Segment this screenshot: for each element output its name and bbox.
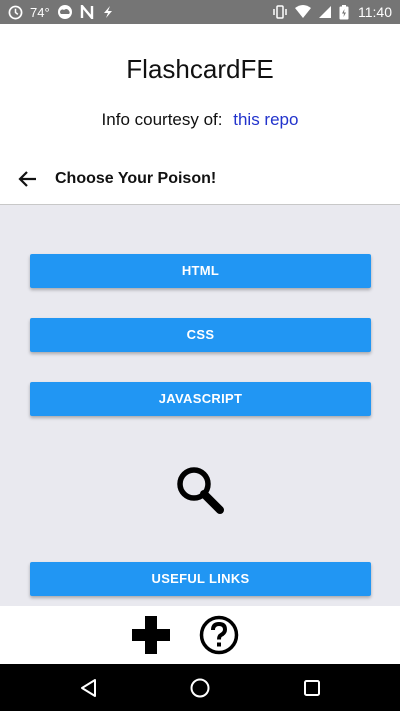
system-back-button[interactable] (76, 676, 100, 700)
status-time: 11:40 (358, 4, 392, 20)
repo-link[interactable]: this repo (233, 110, 298, 129)
wifi-icon (295, 5, 311, 19)
status-right: 11:40 (272, 4, 392, 20)
credit-text: Info courtesy of: (101, 110, 223, 129)
back-button[interactable] (15, 166, 41, 192)
main-content: HTML CSS JAVASCRIPT USEFUL LINKS (0, 205, 400, 606)
triangle-back-icon (81, 679, 96, 697)
arrow-left-icon (18, 171, 36, 187)
bottom-toolbar (0, 606, 400, 664)
app-header: FlashcardFE Info courtesy of: this repo … (0, 24, 400, 204)
temperature: 74° (30, 4, 50, 20)
search-button[interactable] (173, 463, 227, 517)
nav-row: Choose Your Poison! (0, 158, 400, 200)
help-icon (199, 615, 239, 655)
system-home-button[interactable] (188, 676, 212, 700)
battery-icon (339, 4, 349, 20)
app-title: FlashcardFE (126, 54, 274, 84)
useful-links-button[interactable]: USEFUL LINKS (30, 562, 371, 596)
circle-home-icon (190, 678, 210, 698)
status-bar: 74° 11:40 (0, 0, 400, 24)
status-left: 74° (8, 4, 115, 20)
topic-button-css[interactable]: CSS (30, 318, 371, 352)
topic-button-javascript[interactable]: JAVASCRIPT (30, 382, 371, 416)
plus-icon (132, 616, 170, 654)
system-recents-button[interactable] (300, 676, 324, 700)
cloud-icon (57, 4, 73, 20)
n-icon (80, 5, 94, 19)
vibrate-icon (272, 5, 288, 19)
help-button[interactable] (199, 615, 239, 655)
search-icon (177, 467, 224, 514)
system-nav-bar (0, 664, 400, 711)
add-button[interactable] (130, 614, 172, 656)
credit-line: Info courtesy of: this repo (0, 110, 400, 130)
clock-icon (8, 5, 23, 20)
cell-signal-icon (318, 5, 332, 19)
lightning-icon (101, 5, 115, 19)
page-title: Choose Your Poison! (55, 170, 217, 187)
topic-button-html[interactable]: HTML (30, 254, 371, 288)
square-recents-icon (304, 680, 320, 696)
